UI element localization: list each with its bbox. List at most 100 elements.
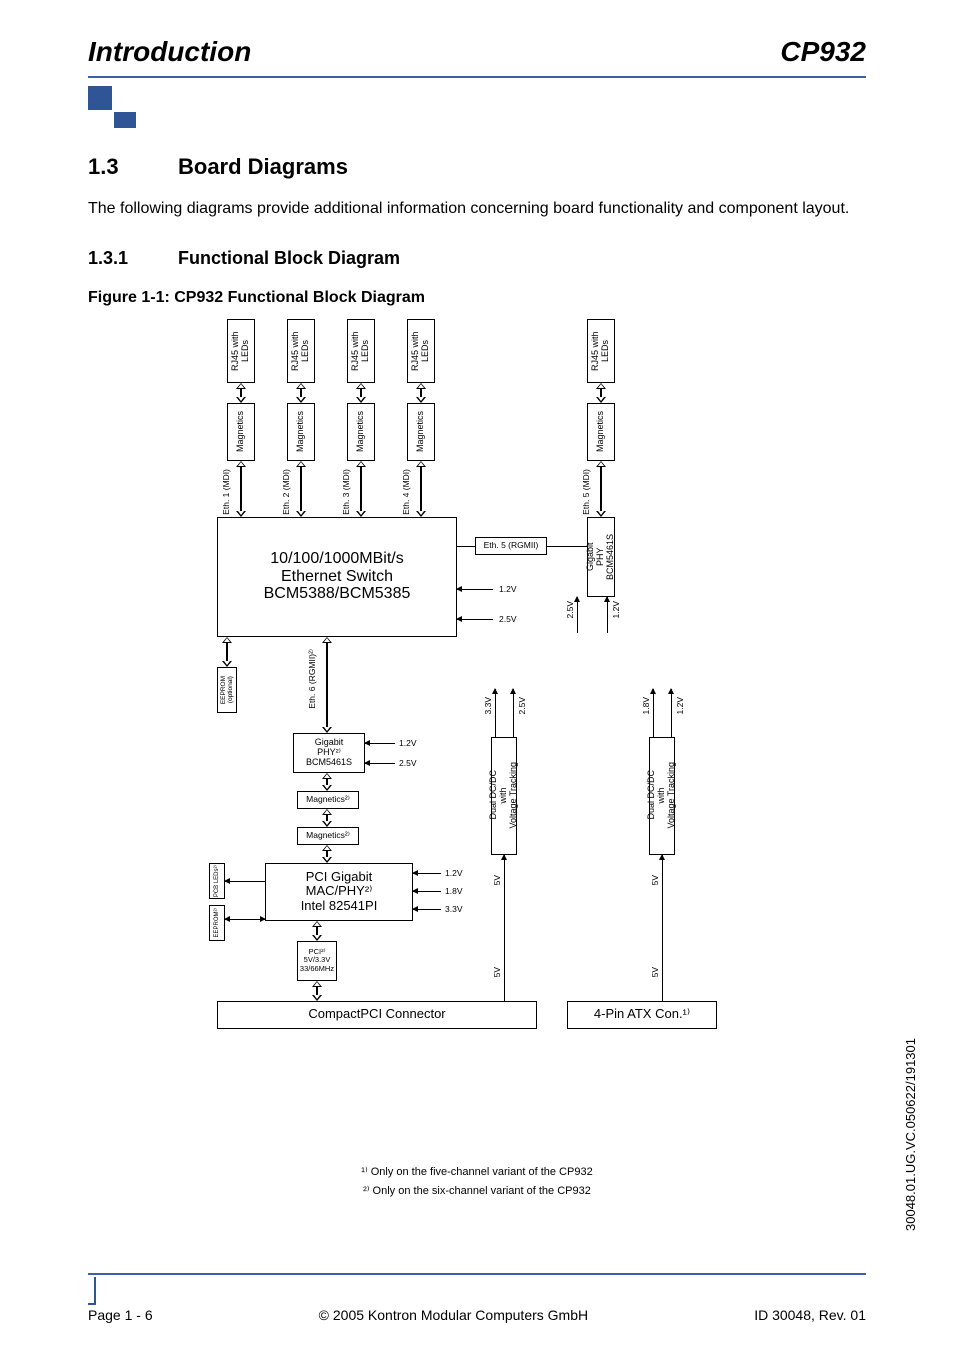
header-right: CP932 <box>780 36 866 68</box>
rj45-1: RJ45 with LEDs <box>227 319 255 383</box>
eth1-mdi-label: Eth. 1 (MDI) <box>221 469 231 515</box>
eth4-mdi-label: Eth. 4 (MDI) <box>401 469 411 515</box>
arrow-icon <box>416 383 426 403</box>
voltage-label: 1.2V <box>675 697 685 715</box>
switch-line3: BCM5388/BCM5385 <box>264 585 411 603</box>
header-left: Introduction <box>88 36 251 68</box>
eeprom-optional: EEPROM (optional) <box>217 667 237 713</box>
magnetics-3: Magnetics <box>347 403 375 461</box>
arrow-icon <box>365 763 395 764</box>
rj45-5: RJ45 with LEDs <box>587 319 615 383</box>
arrow-icon <box>607 597 608 633</box>
magnetics-5: Magnetics <box>587 403 615 461</box>
rj45-2: RJ45 with LEDs <box>287 319 315 383</box>
pcb-leds: PCB LEDs²⁾ <box>209 863 225 899</box>
magnetics2-a: Magnetics²⁾ <box>297 791 359 809</box>
arrow-icon <box>222 637 232 667</box>
arrow-icon <box>457 619 493 620</box>
arrow-icon <box>577 597 578 633</box>
intro-paragraph: The following diagrams provide additiona… <box>88 198 866 220</box>
subsection-number: 1.3.1 <box>88 248 178 269</box>
arrow-icon <box>356 461 366 517</box>
arrow-icon <box>662 855 663 1001</box>
arrow-icon <box>413 873 441 874</box>
atx-connector: 4-Pin ATX Con.¹⁾ <box>567 1001 717 1029</box>
voltage-label: 3.3V <box>483 697 493 715</box>
dcdc-1: Dual DC/DC with Voltage Tracking <box>491 737 517 855</box>
arrow-icon <box>653 689 654 737</box>
magnetics-4: Magnetics <box>407 403 435 461</box>
eth2-mdi-label: Eth. 2 (MDI) <box>281 469 291 515</box>
footer-corner-icon <box>88 1277 96 1305</box>
connector-line <box>457 546 475 547</box>
gigabit-phy-right: Gigabit PHY BCM5461S <box>587 517 615 597</box>
arrow-icon <box>296 383 306 403</box>
eth3-mdi-label: Eth. 3 (MDI) <box>341 469 351 515</box>
diagram-container: RJ45 with LEDs RJ45 with LEDs RJ45 with … <box>88 319 866 1149</box>
arrow-icon <box>296 461 306 517</box>
rj45-3: RJ45 with LEDs <box>347 319 375 383</box>
footer-page: Page 1 - 6 <box>88 1307 153 1323</box>
footnote-1: ¹⁾ Only on the five-channel variant of t… <box>88 1165 866 1178</box>
section-heading: 1.3Board Diagrams <box>88 154 866 180</box>
voltage-label: 5V <box>492 967 502 977</box>
voltage-label: 1.2V <box>445 868 463 878</box>
gigabit-phy2: Gigabit PHY²⁾ BCM5461S <box>293 733 365 773</box>
arrow-icon <box>312 981 322 1001</box>
subsection-heading: 1.3.1Functional Block Diagram <box>88 248 866 269</box>
header-rule <box>88 76 866 78</box>
page: Introduction CP932 1.3Board Diagrams The… <box>0 0 954 1197</box>
voltage-label: 2.5V <box>399 758 417 768</box>
footnote-2: ²⁾ Only on the six-channel variant of th… <box>88 1184 866 1197</box>
figure-caption: Figure 1-1: CP932 Functional Block Diagr… <box>88 289 866 307</box>
section-number: 1.3 <box>88 154 178 180</box>
arrow-icon <box>225 881 265 882</box>
eth6-rgmii-label: Eth. 6 (RGMII)²⁾ <box>307 649 317 709</box>
pci-bus: PCI²⁾ 5V/3.3V 33/66MHz <box>297 941 337 981</box>
arrow-icon <box>416 461 426 517</box>
eth5-rgmii: Eth. 5 (RGMII) <box>475 537 547 555</box>
voltage-label: 2.5V <box>499 614 517 624</box>
arrow-icon <box>312 921 322 941</box>
connector-line <box>547 546 587 547</box>
arrow-icon <box>322 809 332 827</box>
arrow-icon <box>596 461 606 517</box>
arrow-icon <box>413 909 441 910</box>
subsection-title: Functional Block Diagram <box>178 248 400 268</box>
footer-docid: ID 30048, Rev. 01 <box>754 1307 866 1323</box>
voltage-label: 1.2V <box>399 738 417 748</box>
arrow-icon <box>365 743 395 744</box>
voltage-label: 5V <box>492 875 502 885</box>
arrow-icon <box>596 383 606 403</box>
footer-copyright: © 2005 Kontron Modular Computers GmbH <box>319 1307 588 1323</box>
arrow-icon <box>236 461 246 517</box>
arrow-icon <box>322 637 332 733</box>
arrow-icon <box>356 383 366 403</box>
arrow-icon <box>671 689 672 737</box>
voltage-label: 1.8V <box>641 697 651 715</box>
voltage-label: 1.2V <box>611 601 621 619</box>
voltage-label: 3.3V <box>445 904 463 914</box>
dcdc-2: Dual DC/DC with Voltage Tracking <box>649 737 675 855</box>
ethernet-switch: 10/100/1000MBit/s Ethernet Switch BCM538… <box>217 517 457 637</box>
brand-logo <box>88 86 140 130</box>
arrow-icon <box>322 773 332 791</box>
pci-gigabit-mac-phy: PCI Gigabit MAC/PHY²⁾ Intel 82541PI <box>265 863 413 921</box>
arrow-icon <box>322 845 332 863</box>
switch-line2: Ethernet Switch <box>281 568 393 586</box>
arrow-icon <box>236 383 246 403</box>
voltage-label: 1.2V <box>499 584 517 594</box>
eeprom2: EEPROM²⁾ <box>209 905 225 941</box>
arrow-icon <box>457 589 493 590</box>
voltage-label: 2.5V <box>565 601 575 619</box>
footer-rule <box>88 1273 866 1275</box>
page-footer: Page 1 - 6 © 2005 Kontron Modular Comput… <box>88 1307 866 1323</box>
arrow-icon <box>413 891 441 892</box>
voltage-label: 2.5V <box>517 697 527 715</box>
magnetics-1: Magnetics <box>227 403 255 461</box>
magnetics-2: Magnetics <box>287 403 315 461</box>
section-title: Board Diagrams <box>178 154 348 179</box>
page-header: Introduction CP932 <box>88 36 866 68</box>
voltage-label: 5V <box>650 875 660 885</box>
eth5-mdi-label: Eth. 5 (MDI) <box>581 469 591 515</box>
